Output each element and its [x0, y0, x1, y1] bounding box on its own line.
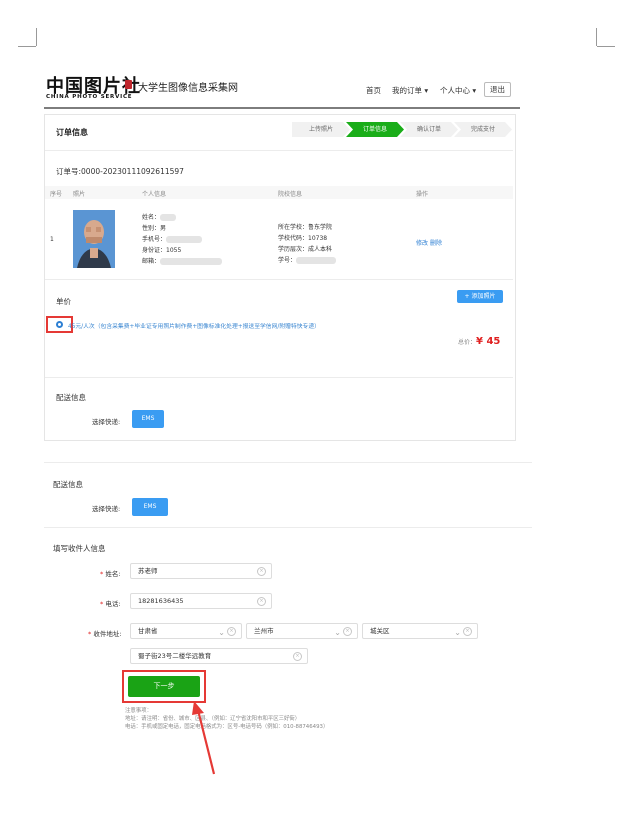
student-email: 邮箱：	[142, 256, 223, 267]
total-label: 总价：	[458, 339, 477, 346]
delivery-title-panel: 配送信息	[56, 393, 86, 402]
price-option-radio[interactable]	[56, 321, 63, 328]
student-name: 姓名：	[142, 212, 222, 223]
province-select[interactable]: 甘肃省 ⌄ ×	[130, 623, 242, 639]
divider	[44, 527, 532, 528]
city-select[interactable]: 兰州市 ⌄ ×	[246, 623, 358, 639]
student-id-card: 身份证：1055	[142, 247, 182, 254]
header-divider	[44, 107, 520, 109]
notes-title: 注意事项：	[125, 708, 152, 714]
phone-value: 18281636435	[138, 597, 184, 605]
order-info-title: 订单信息	[56, 128, 88, 137]
row-actions: 修改 删除	[416, 238, 442, 247]
divider	[45, 377, 513, 378]
step-order-info: 订单信息	[346, 122, 404, 137]
th-photo: 照片	[73, 191, 86, 198]
address-label: * 收件地址:	[88, 630, 122, 638]
delete-link[interactable]: 删除	[430, 240, 442, 247]
name-label: * 姓名:	[100, 570, 121, 578]
city-value: 兰州市	[254, 627, 274, 635]
annotation-arrow-icon	[192, 701, 216, 775]
next-step-button[interactable]: 下一步	[128, 676, 200, 697]
student-number: 学号：	[278, 255, 337, 266]
chevron-down-icon: ⌄	[334, 628, 341, 637]
clear-icon[interactable]: ×	[293, 652, 302, 661]
crop-mark-top-right-h	[597, 46, 615, 47]
step-confirm-order: 确认订单	[400, 122, 458, 137]
crop-mark-top-left-v	[36, 28, 37, 46]
total-value: ¥ 45	[476, 336, 501, 347]
phone-label: * 电话:	[100, 600, 121, 608]
courier-ems-button-panel[interactable]: EMS	[132, 410, 164, 428]
street-value: 蜀子街23号二楼华远教育	[138, 652, 212, 660]
chevron-down-icon: ⌄	[218, 628, 225, 637]
divider	[44, 462, 532, 463]
clear-icon[interactable]: ×	[463, 627, 472, 636]
student-gender: 性别：男	[142, 225, 167, 232]
notes-block: 注意事项： 地址：请注明：省份、城市、区县、（例如：辽宁省沈阳市和平区三好街） …	[125, 707, 328, 731]
crop-mark-top-left-h	[18, 46, 36, 47]
name-value: 苏老师	[138, 567, 158, 575]
total-price: 总价：¥ 45	[458, 336, 500, 347]
education-level: 学历层次：成人本科	[278, 246, 333, 253]
order-number: 订单号:0000-20230111092611597	[56, 167, 184, 176]
street-input[interactable]: 蜀子街23号二楼华远教育 ×	[130, 648, 308, 664]
site-name: 大学生图像信息采集网	[138, 83, 238, 94]
school-name: 所在学校：鲁东学院	[278, 224, 333, 231]
notes-phone: 电话：手机或固定电话，固定电话格式为：区号-电话号码（例如：010-887464…	[125, 724, 329, 730]
clear-icon[interactable]: ×	[257, 567, 266, 576]
school-code: 学校代码：10738	[278, 235, 328, 242]
courier-ems-button[interactable]: EMS	[132, 498, 168, 516]
order-panel	[44, 114, 516, 441]
phone-input[interactable]: 18281636435 ×	[130, 593, 272, 609]
nav-profile-menu[interactable]: 个人中心 ▾	[440, 85, 476, 96]
logo-seal-icon	[125, 80, 132, 89]
unit-price-title: 单价	[56, 297, 71, 306]
th-personal-info: 个人信息	[142, 191, 167, 198]
district-value: 城关区	[370, 627, 390, 635]
divider	[45, 279, 513, 280]
crop-mark-top-right-v	[596, 28, 597, 46]
district-select[interactable]: 城关区 ⌄ ×	[362, 623, 478, 639]
step-complete-payment: 完成支付	[454, 122, 512, 137]
divider	[45, 150, 513, 151]
courier-label-panel: 选择快递:	[92, 418, 121, 426]
nav-home-link[interactable]: 首页	[366, 85, 381, 96]
name-input[interactable]: 苏老师 ×	[130, 563, 272, 579]
recipient-title: 填写收件人信息	[53, 544, 106, 553]
province-value: 甘肃省	[138, 627, 158, 635]
chevron-down-icon: ⌄	[454, 628, 461, 637]
courier-label: 选择快递:	[92, 505, 121, 513]
th-school-info: 院校信息	[278, 191, 303, 198]
clear-icon[interactable]: ×	[343, 627, 352, 636]
logo-english: CHINA PHOTO SERVICE	[46, 94, 133, 100]
logout-button[interactable]: 退出	[484, 82, 511, 97]
th-index: 序号	[50, 191, 63, 198]
clear-icon[interactable]: ×	[257, 597, 266, 606]
student-photo	[73, 210, 115, 268]
add-photo-button[interactable]: + 添加照片	[457, 290, 503, 303]
clear-icon[interactable]: ×	[227, 627, 236, 636]
notes-address: 地址：请注明：省份、城市、区县、（例如：辽宁省沈阳市和平区三好街）	[125, 716, 301, 722]
nav-my-orders-menu[interactable]: 我的订单 ▾	[392, 85, 428, 96]
row-index: 1	[50, 236, 54, 243]
edit-link[interactable]: 修改	[416, 240, 428, 247]
step-upload-photo: 上传照片	[292, 122, 350, 137]
th-actions: 操作	[416, 191, 429, 198]
delivery-title: 配送信息	[53, 480, 83, 489]
price-description: 45元/人次（包含采集费+毕业证专用照片制作费+图像标准化处理+报送至学信网/附…	[68, 324, 320, 330]
student-phone: 手机号：	[142, 234, 222, 245]
